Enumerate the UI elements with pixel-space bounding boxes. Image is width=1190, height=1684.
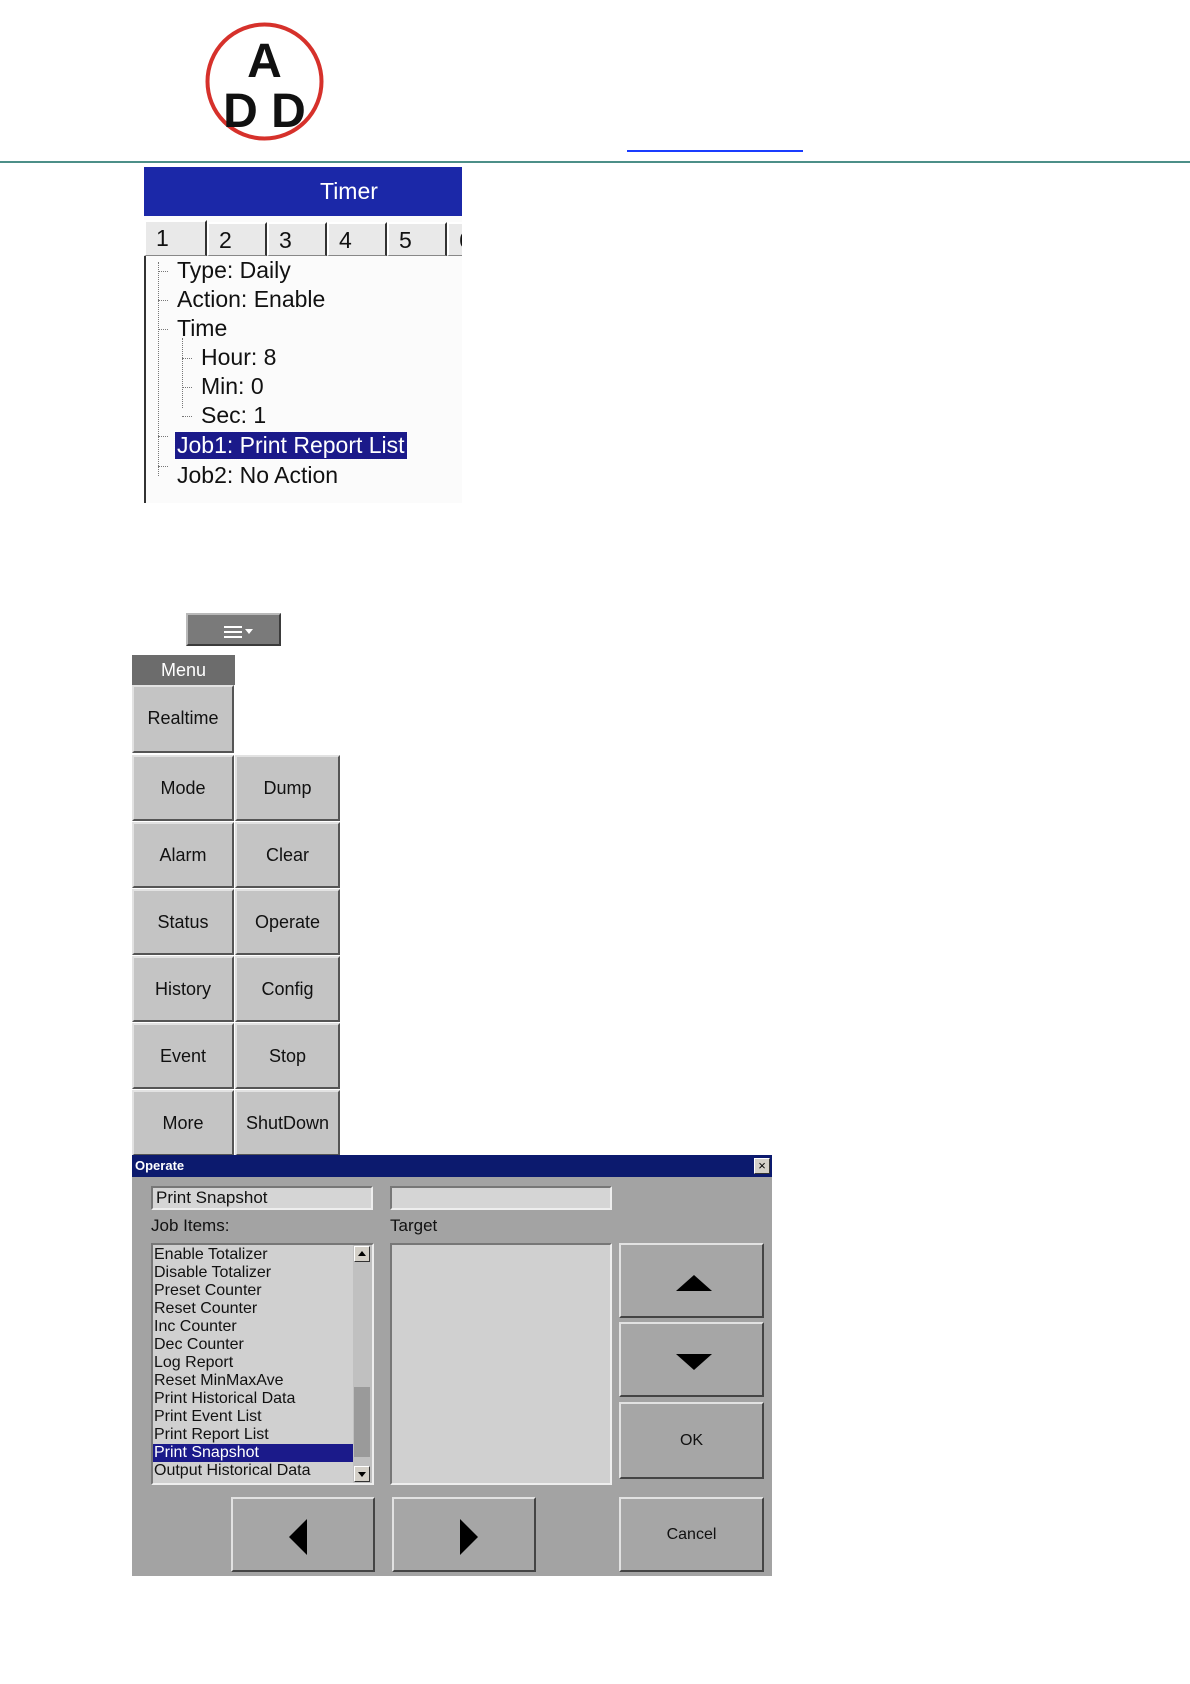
list-item-selected[interactable]: Print Snapshot <box>153 1444 354 1462</box>
list-item[interactable]: Output Historical Data <box>153 1462 354 1480</box>
menu-button[interactable] <box>186 613 281 646</box>
dropdown-arrow-icon <box>245 629 253 634</box>
menu-alarm-button[interactable]: Alarm <box>132 822 234 888</box>
list-item[interactable]: Reset Counter <box>153 1300 354 1318</box>
list-item[interactable]: Reset MinMaxAve <box>153 1372 354 1390</box>
target-label: Target <box>390 1216 438 1235</box>
close-icon[interactable]: × <box>754 1158 770 1174</box>
list-item[interactable]: Preset Counter <box>153 1282 354 1300</box>
operate-title: Operate <box>135 1158 185 1173</box>
menu-operate-button[interactable]: Operate <box>235 889 340 955</box>
tree-item-job2[interactable]: Job2: No Action <box>177 462 338 489</box>
menu-status-button[interactable]: Status <box>132 889 234 955</box>
tree-item-job1[interactable]: Job1: Print Report List <box>174 431 408 460</box>
tab-5[interactable]: 5 <box>387 222 447 256</box>
tab-1[interactable]: 1 <box>144 220 207 256</box>
menu-mode-button[interactable]: Mode <box>132 755 234 821</box>
menu-title: Menu <box>132 655 235 685</box>
list-item[interactable]: Dec Counter <box>153 1336 354 1354</box>
operate-titlebar: Operate <box>132 1155 772 1177</box>
timer-panel: Timer 1 2 3 4 5 6 Type: Daily Action: En… <box>144 167 462 503</box>
list-item[interactable]: Print Report List <box>153 1426 354 1444</box>
menu-lines-icon <box>224 626 242 638</box>
arrow-down-icon <box>676 1354 712 1370</box>
job-items-label: Job Items: <box>151 1216 230 1235</box>
tree-item-sec[interactable]: Sec: 1 <box>201 402 266 429</box>
arrow-up-icon <box>676 1275 712 1291</box>
selected-job-field[interactable]: Print Snapshot <box>151 1186 373 1210</box>
tree-item-action[interactable]: Action: Enable <box>177 286 325 313</box>
header-divider <box>0 161 1190 163</box>
ok-button[interactable]: OK <box>619 1402 764 1479</box>
move-right-button[interactable] <box>392 1497 536 1572</box>
scroll-up-icon[interactable] <box>354 1246 370 1262</box>
tab-4[interactable]: 4 <box>327 222 387 256</box>
logo-letter-bottom: D D <box>223 85 306 138</box>
move-down-button[interactable] <box>619 1322 764 1397</box>
timer-settings-tree: Type: Daily Action: Enable Time Hour: 8 … <box>144 256 462 503</box>
tree-item-min[interactable]: Min: 0 <box>201 373 264 400</box>
arrow-right-icon <box>460 1519 478 1555</box>
menu-event-button[interactable]: Event <box>132 1023 234 1089</box>
logo-letter-top: A <box>247 35 282 88</box>
list-item[interactable]: Print Event List <box>153 1408 354 1426</box>
menu-dump-button[interactable]: Dump <box>235 755 340 821</box>
target-list[interactable] <box>390 1243 612 1485</box>
arrow-left-icon <box>289 1519 307 1555</box>
tab-2[interactable]: 2 <box>207 222 267 256</box>
list-item[interactable]: Print Historical Data <box>153 1390 354 1408</box>
menu-shutdown-button[interactable]: ShutDown <box>235 1090 340 1156</box>
list-item[interactable]: Log Report <box>153 1354 354 1372</box>
list-item[interactable]: Enable Totalizer <box>153 1246 354 1264</box>
tree-line <box>158 262 159 476</box>
timer-title: Timer <box>144 167 462 216</box>
company-logo: A D D <box>204 21 325 142</box>
menu-more-button[interactable]: More <box>132 1090 234 1156</box>
tree-item-type[interactable]: Type: Daily <box>177 257 291 284</box>
scroll-down-icon[interactable] <box>354 1466 370 1482</box>
main-menu: Menu Realtime Mode Alarm Status History … <box>132 655 342 1156</box>
menu-config-button[interactable]: Config <box>235 956 340 1022</box>
tab-6[interactable]: 6 <box>447 222 462 256</box>
job-items-list[interactable]: Enable Totalizer Disable Totalizer Prese… <box>151 1243 374 1485</box>
scrollbar-thumb[interactable] <box>354 1387 370 1457</box>
list-item[interactable]: Disable Totalizer <box>153 1264 354 1282</box>
cancel-button[interactable]: Cancel <box>619 1497 764 1572</box>
operate-dialog: Operate × Print Snapshot Job Items: Targ… <box>132 1155 772 1576</box>
tree-item-time[interactable]: Time <box>177 315 227 342</box>
target-field[interactable] <box>390 1186 612 1210</box>
header-link-underline[interactable] <box>627 150 803 152</box>
tab-3[interactable]: 3 <box>267 222 327 256</box>
menu-history-button[interactable]: History <box>132 956 234 1022</box>
menu-stop-button[interactable]: Stop <box>235 1023 340 1089</box>
menu-clear-button[interactable]: Clear <box>235 822 340 888</box>
menu-realtime-button[interactable]: Realtime <box>132 685 234 753</box>
timer-tabs: 1 2 3 4 5 6 <box>144 220 462 256</box>
move-left-button[interactable] <box>231 1497 375 1572</box>
move-up-button[interactable] <box>619 1243 764 1318</box>
tree-item-hour[interactable]: Hour: 8 <box>201 344 276 371</box>
job-items-scrollbar[interactable] <box>353 1245 372 1483</box>
list-item[interactable]: Inc Counter <box>153 1318 354 1336</box>
